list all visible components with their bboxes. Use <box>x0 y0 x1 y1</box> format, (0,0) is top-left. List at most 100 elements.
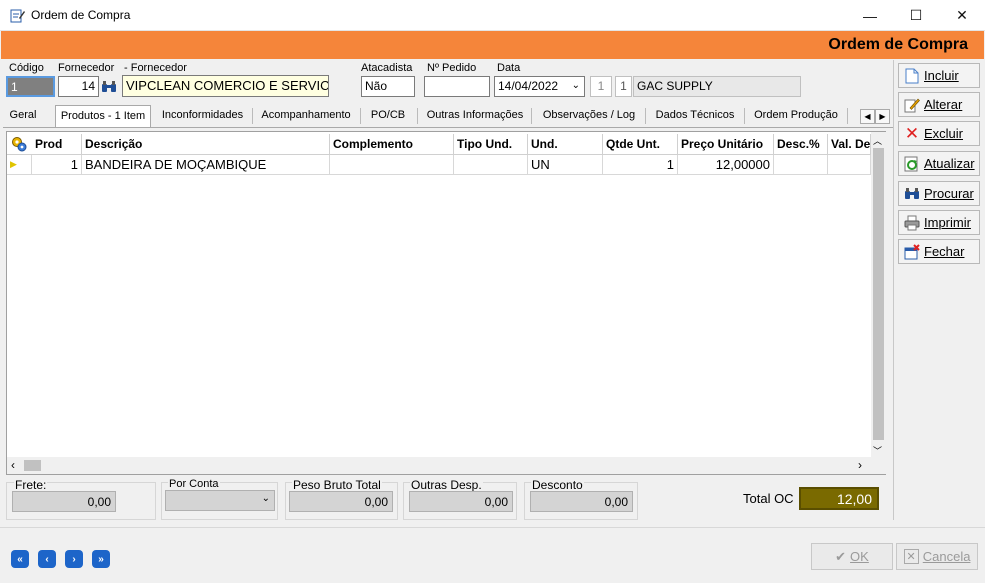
grid-settings-icon[interactable] <box>11 136 27 152</box>
fornecedor-field[interactable]: 14 <box>58 76 99 97</box>
tab-acompanhamento[interactable]: Acompanhamento <box>256 104 356 127</box>
small-field-2: 1 <box>615 76 632 97</box>
scroll-right-icon[interactable]: › <box>858 458 862 472</box>
maximize-button[interactable]: ☐ <box>893 0 939 31</box>
fornecedor-nome-label: - Fornecedor <box>124 62 187 74</box>
chevron-down-icon[interactable]: ⌄ <box>572 80 580 91</box>
cell-und[interactable]: UN <box>528 155 603 175</box>
pedido-field[interactable] <box>424 76 490 97</box>
desconto-field[interactable]: 0,00 <box>530 491 633 512</box>
atacadista-label: Atacadista <box>361 62 413 74</box>
desconto-label: Desconto <box>531 478 584 492</box>
col-prod[interactable]: Prod <box>32 134 82 154</box>
codigo-label: Código <box>9 62 44 74</box>
tab-scroll-left-icon[interactable]: ◀ <box>860 109 875 124</box>
excluir-label: Excluir <box>924 126 964 141</box>
cell-descricao[interactable]: BANDEIRA DE MOÇAMBIQUE <box>82 155 330 175</box>
cell-desc[interactable] <box>774 155 828 175</box>
peso-label: Peso Bruto Total <box>292 478 382 492</box>
atualizar-label: Atualizar <box>924 156 975 171</box>
scroll-up-icon[interactable]: ︿ <box>873 134 882 147</box>
atualizar-button[interactable]: Atualizar <box>898 151 980 176</box>
previous-record-icon[interactable]: ‹ <box>38 550 56 568</box>
col-tipo-und[interactable]: Tipo Und. <box>454 134 528 154</box>
horizontal-scrollbar[interactable]: ‹ › <box>7 457 886 474</box>
col-desc[interactable]: Desc.% <box>774 134 828 154</box>
outras-field[interactable]: 0,00 <box>409 491 513 512</box>
tab-outras-informacoes[interactable]: Outras Informações <box>421 104 529 127</box>
incluir-button[interactable]: Incluir <box>898 63 980 88</box>
last-record-icon[interactable]: » <box>92 550 110 568</box>
cancel-button[interactable]: ✕ Cancela <box>896 543 978 570</box>
cell-tipo-und[interactable] <box>454 155 528 175</box>
tab-scroll-right-icon[interactable]: ▶ <box>875 109 890 124</box>
refresh-icon <box>904 156 920 172</box>
tab-observacoes-log[interactable]: Observações / Log <box>535 104 643 127</box>
tab-produtos[interactable]: Produtos - 1 Item <box>55 105 151 127</box>
close-button[interactable]: ✕ <box>939 0 985 31</box>
window-title: Ordem de Compra <box>31 8 131 22</box>
vertical-scrollbar[interactable]: ︿ ﹀ <box>871 132 886 457</box>
tab-dados-tecnicos[interactable]: Dados Técnicos <box>649 104 741 127</box>
data-field[interactable]: 14/04/2022 ⌄ <box>494 76 585 97</box>
products-grid[interactable]: Prod Descrição Complemento Tipo Und. Und… <box>6 131 886 475</box>
frete-label: Frete: <box>14 478 48 492</box>
small-field-1: 1 <box>590 76 612 97</box>
cell-prod[interactable]: 1 <box>32 155 82 175</box>
col-und[interactable]: Und. <box>528 134 603 154</box>
ok-label: OK <box>850 549 869 564</box>
fornecedor-nome-field[interactable]: VIPCLEAN COMERCIO E SERVIC <box>122 75 329 97</box>
peso-field[interactable]: 0,00 <box>289 491 393 512</box>
col-qtde-unt[interactable]: Qtde Unt. <box>603 134 678 154</box>
total-oc-field: 12,00 <box>799 487 879 510</box>
row-indicator-icon: ▶ <box>7 155 32 175</box>
col-val-desc[interactable]: Val. De <box>828 134 871 154</box>
tab-geral[interactable]: Geral <box>3 104 43 127</box>
total-oc-label: Total OC <box>743 491 794 506</box>
vertical-scroll-thumb[interactable] <box>873 148 884 440</box>
printer-icon <box>904 215 920 231</box>
excluir-button[interactable]: ✕ Excluir <box>898 121 980 146</box>
scroll-down-icon[interactable]: ﹀ <box>873 444 882 457</box>
cancel-icon: ✕ <box>903 549 919 564</box>
binoculars-icon <box>904 186 920 202</box>
cell-preco[interactable]: 12,00000 <box>678 155 774 175</box>
cell-qtde[interactable]: 1 <box>603 155 678 175</box>
tab-inconformidades[interactable]: Inconformidades <box>156 104 249 127</box>
incluir-label: Incluir <box>924 68 959 83</box>
fornecedor-label: Fornecedor <box>58 62 115 74</box>
atacadista-field[interactable]: Não <box>361 76 415 97</box>
tab-po-cb[interactable]: PO/CB <box>363 104 413 127</box>
first-record-icon[interactable]: « <box>11 550 29 568</box>
cell-val[interactable] <box>828 155 871 175</box>
ok-button[interactable]: ✔ OK <box>811 543 893 570</box>
new-document-icon <box>904 68 920 84</box>
imprimir-label: Imprimir <box>924 215 971 230</box>
fechar-button[interactable]: Fechar <box>898 239 980 264</box>
outras-label: Outras Desp. <box>410 478 483 492</box>
form-header-title: Ordem de Compra <box>828 36 968 53</box>
alterar-button[interactable]: Alterar <box>898 92 980 117</box>
edit-icon <box>904 97 920 113</box>
scroll-left-icon[interactable]: ‹ <box>11 458 15 472</box>
binoculars-icon[interactable] <box>101 80 117 94</box>
cell-complemento[interactable] <box>330 155 454 175</box>
por-conta-select[interactable]: ⌄ <box>165 490 275 511</box>
imprimir-button[interactable]: Imprimir <box>898 210 980 235</box>
procurar-button[interactable]: Procurar <box>898 181 980 206</box>
minimize-button[interactable]: — <box>847 0 893 31</box>
tab-ordem-producao[interactable]: Ordem Produção <box>748 104 844 127</box>
chevron-down-icon[interactable]: ⌄ <box>262 493 270 504</box>
pedido-label: Nº Pedido <box>427 62 477 74</box>
col-descricao[interactable]: Descrição <box>82 134 330 154</box>
app-edit-icon <box>10 8 25 23</box>
frete-field[interactable]: 0,00 <box>12 491 116 512</box>
horizontal-scroll-thumb[interactable] <box>24 460 41 471</box>
por-conta-label: Por Conta <box>168 478 220 490</box>
next-record-icon[interactable]: › <box>65 550 83 568</box>
empresa-field: GAC SUPPLY <box>633 76 801 97</box>
col-complemento[interactable]: Complemento <box>330 134 454 154</box>
fechar-label: Fechar <box>924 244 965 259</box>
codigo-field[interactable]: 1 <box>6 76 55 97</box>
col-preco-unitario[interactable]: Preço Unitário <box>678 134 774 154</box>
